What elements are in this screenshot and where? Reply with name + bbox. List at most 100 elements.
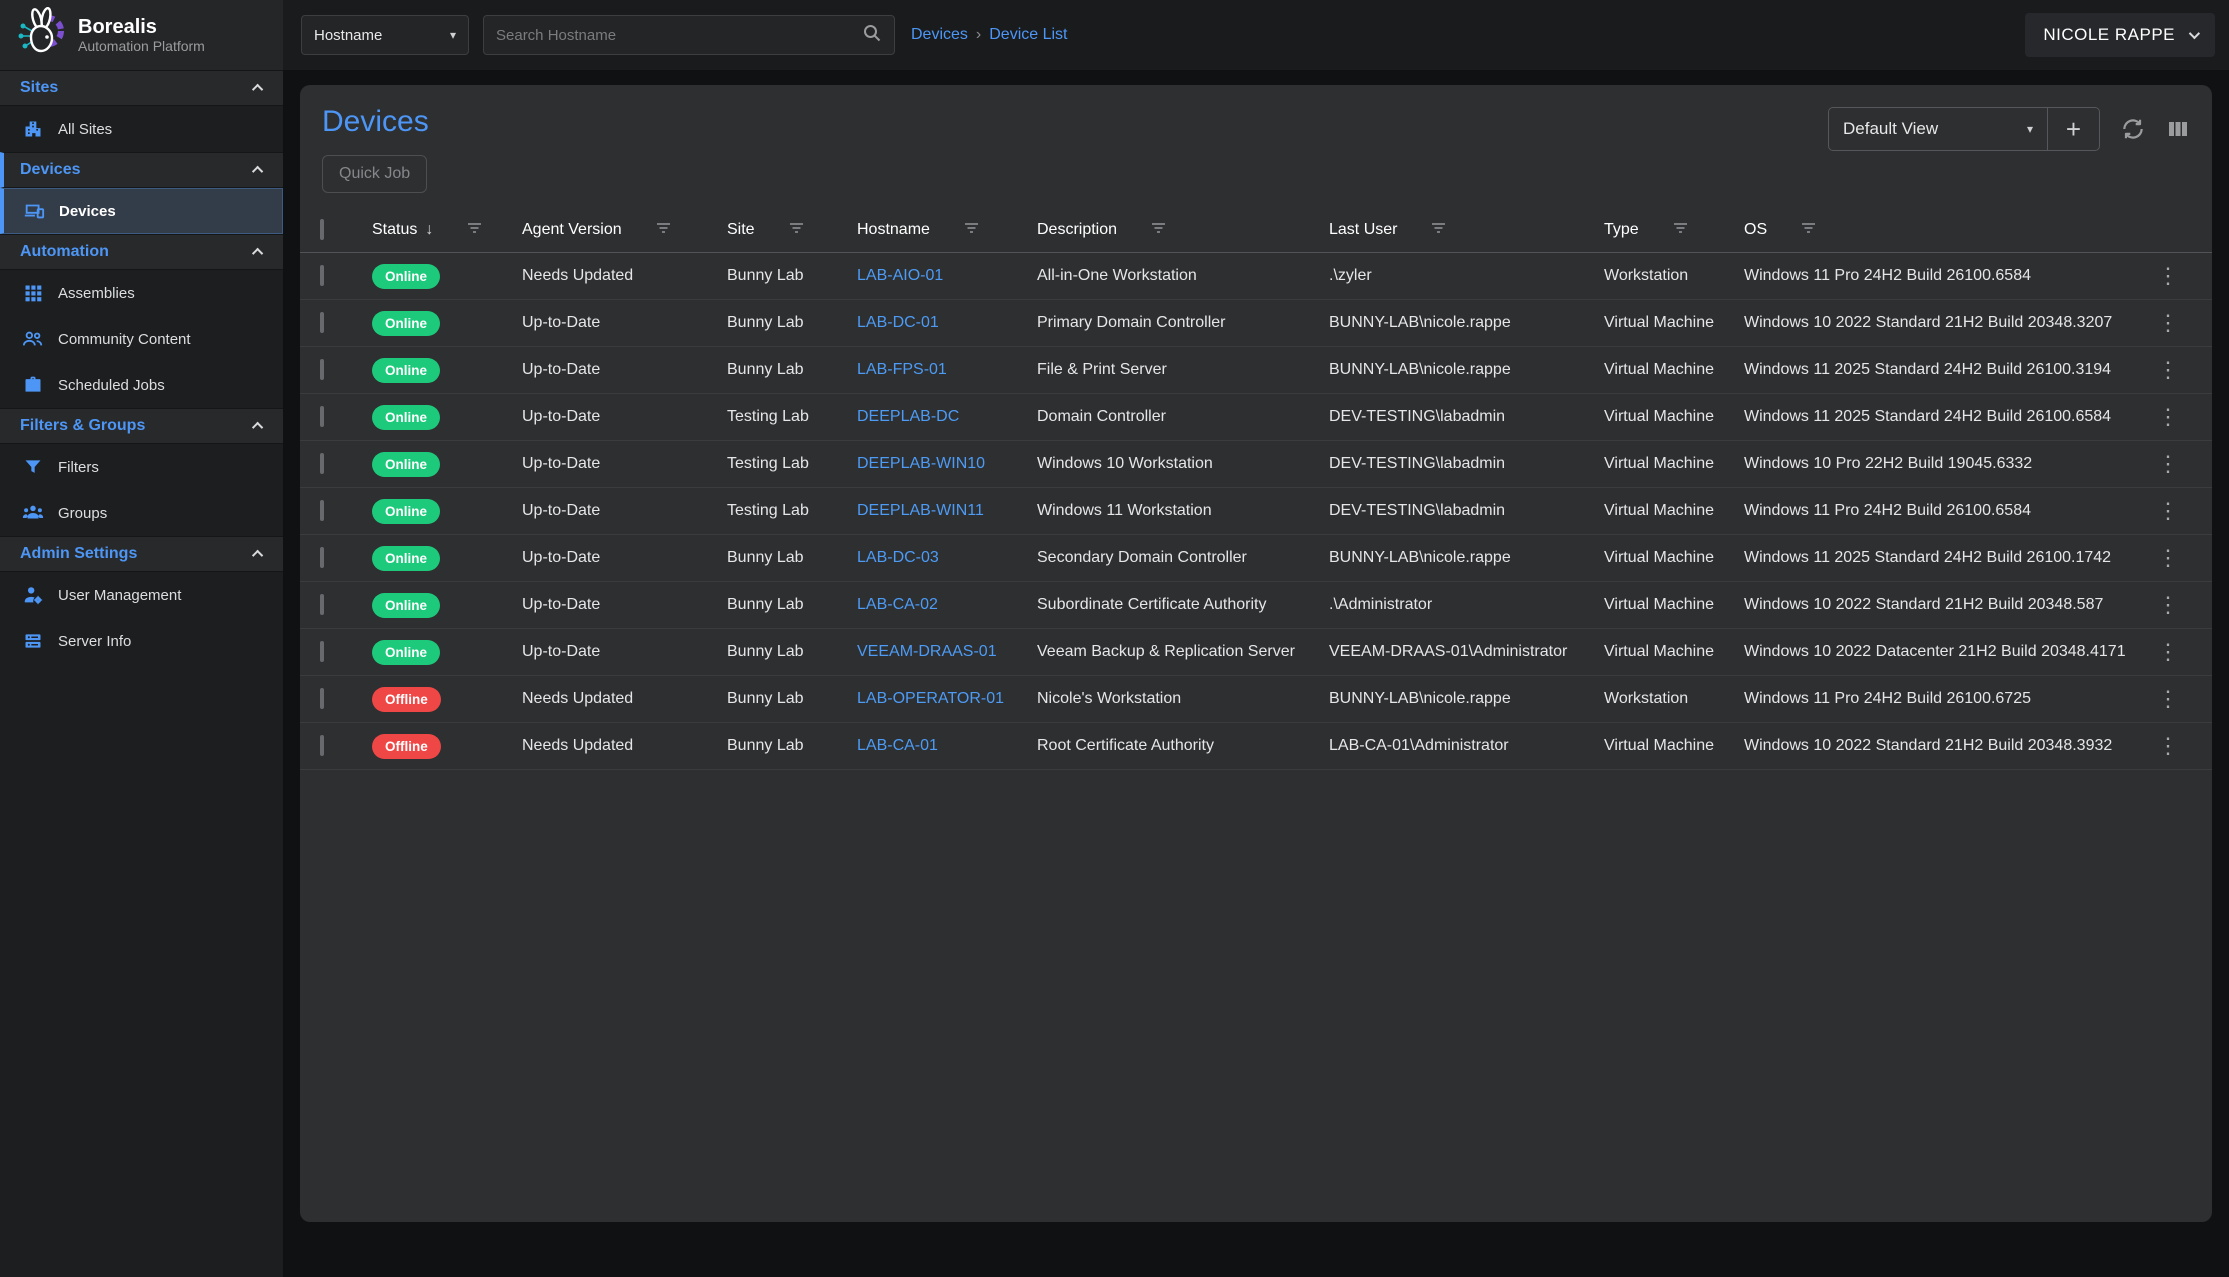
row-checkbox[interactable] (320, 359, 324, 380)
column-header-os[interactable]: OS (1744, 221, 2144, 239)
sidebar-item-filters[interactable]: Filters (0, 444, 283, 490)
table-row[interactable]: OnlineUp-to-DateBunny LabLAB-CA-02Subord… (300, 582, 2212, 629)
row-checkbox[interactable] (320, 688, 324, 709)
hostname-link[interactable]: VEEAM-DRAAS-01 (857, 643, 997, 660)
sidebar-section-devices[interactable]: Devices (0, 152, 283, 188)
column-filter-icon[interactable] (467, 221, 482, 239)
search-input[interactable] (496, 27, 862, 44)
row-checkbox[interactable] (320, 735, 324, 756)
column-header-type[interactable]: Type (1604, 221, 1744, 239)
hostname-cell: LAB-AIO-01 (857, 267, 1037, 285)
sidebar-item-devices[interactable]: Devices (0, 188, 283, 234)
search-field-dropdown[interactable]: Hostname ▾ (301, 15, 469, 55)
column-header-last-user[interactable]: Last User (1329, 221, 1604, 239)
row-checkbox[interactable] (320, 500, 324, 521)
table-row[interactable]: OnlineUp-to-DateBunny LabLAB-DC-01Primar… (300, 300, 2212, 347)
view-selector-dropdown[interactable]: Default View ▾ (1829, 108, 2047, 150)
hostname-link[interactable]: DEEPLAB-DC (857, 408, 959, 425)
site-cell: Bunny Lab (727, 596, 857, 614)
row-actions-menu-icon[interactable]: ⋮ (2144, 500, 2192, 522)
hostname-link[interactable]: LAB-CA-02 (857, 596, 938, 613)
hostname-link[interactable]: LAB-DC-03 (857, 549, 939, 566)
column-filter-icon[interactable] (1151, 221, 1166, 239)
table-row[interactable]: OfflineNeeds UpdatedBunny LabLAB-OPERATO… (300, 676, 2212, 723)
breadcrumb-device-list[interactable]: Device List (989, 26, 1067, 44)
sort-desc-icon[interactable]: ↓ (425, 221, 433, 239)
table-row[interactable]: OnlineUp-to-DateTesting LabDEEPLAB-WIN10… (300, 441, 2212, 488)
sidebar-item-server-info[interactable]: Server Info (0, 618, 283, 664)
last-user-cell: .\Administrator (1329, 596, 1604, 614)
table-row[interactable]: OnlineUp-to-DateBunny LabLAB-FPS-01File … (300, 347, 2212, 394)
column-header-agent-version[interactable]: Agent Version (522, 221, 727, 239)
status-badge: Online (372, 593, 440, 618)
last-user-cell: DEV-TESTING\labadmin (1329, 502, 1604, 520)
hostname-link[interactable]: LAB-CA-01 (857, 737, 938, 754)
sidebar-item-community-content[interactable]: Community Content (0, 316, 283, 362)
row-checkbox[interactable] (320, 265, 324, 286)
table-row[interactable]: OfflineNeeds UpdatedBunny LabLAB-CA-01Ro… (300, 723, 2212, 770)
sidebar-item-scheduled-jobs[interactable]: Scheduled Jobs (0, 362, 283, 408)
quick-job-button[interactable]: Quick Job (322, 155, 427, 193)
table-row[interactable]: OnlineUp-to-DateTesting LabDEEPLAB-WIN11… (300, 488, 2212, 535)
sidebar-section-automation[interactable]: Automation (0, 234, 283, 270)
row-actions-menu-icon[interactable]: ⋮ (2144, 735, 2192, 757)
row-actions-menu-icon[interactable]: ⋮ (2144, 641, 2192, 663)
hostname-link[interactable]: LAB-AIO-01 (857, 267, 943, 284)
row-checkbox[interactable] (320, 641, 324, 662)
hostname-link[interactable]: DEEPLAB-WIN11 (857, 502, 984, 519)
column-header-description[interactable]: Description (1037, 221, 1329, 239)
row-checkbox[interactable] (320, 453, 324, 474)
sidebar-item-groups[interactable]: Groups (0, 490, 283, 536)
search-box[interactable] (483, 15, 895, 55)
select-all-checkbox[interactable] (320, 219, 324, 240)
column-filter-icon[interactable] (1431, 221, 1446, 239)
row-actions-menu-icon[interactable]: ⋮ (2144, 688, 2192, 710)
row-checkbox[interactable] (320, 406, 324, 427)
row-actions-menu-icon[interactable]: ⋮ (2144, 594, 2192, 616)
breadcrumb-devices[interactable]: Devices (911, 26, 968, 44)
row-checkbox[interactable] (320, 312, 324, 333)
column-filter-icon[interactable] (1673, 221, 1688, 239)
table-body: OnlineNeeds UpdatedBunny LabLAB-AIO-01Al… (300, 253, 2212, 770)
sidebar-section-sites[interactable]: Sites (0, 70, 283, 106)
row-select-cell (320, 361, 372, 379)
row-actions-menu-icon[interactable]: ⋮ (2144, 406, 2192, 428)
hostname-link[interactable]: LAB-FPS-01 (857, 361, 947, 378)
row-actions-menu-icon[interactable]: ⋮ (2144, 453, 2192, 475)
hostname-link[interactable]: DEEPLAB-WIN10 (857, 455, 985, 472)
table-row[interactable]: OnlineUp-to-DateBunny LabLAB-DC-03Second… (300, 535, 2212, 582)
sidebar-section-admin-settings[interactable]: Admin Settings (0, 536, 283, 572)
column-filter-icon[interactable] (964, 221, 979, 239)
columns-button[interactable] (2166, 117, 2190, 141)
hostname-link[interactable]: LAB-DC-01 (857, 314, 939, 331)
site-cell: Bunny Lab (727, 643, 857, 661)
add-view-button[interactable]: + (2047, 108, 2099, 150)
row-actions-menu-icon[interactable]: ⋮ (2144, 547, 2192, 569)
sidebar-section-filters-groups[interactable]: Filters & Groups (0, 408, 283, 444)
hostname-link[interactable]: LAB-OPERATOR-01 (857, 690, 1004, 707)
user-menu-button[interactable]: NICOLE RAPPE (2025, 13, 2215, 57)
column-header-status[interactable]: Status↓ (372, 221, 522, 239)
column-filter-icon[interactable] (789, 221, 804, 239)
row-actions-menu-icon[interactable]: ⋮ (2144, 312, 2192, 334)
row-checkbox[interactable] (320, 547, 324, 568)
status-cell: Online (372, 358, 522, 383)
table-row[interactable]: OnlineUp-to-DateTesting LabDEEPLAB-DCDom… (300, 394, 2212, 441)
column-header-hostname[interactable]: Hostname (857, 221, 1037, 239)
sidebar-item-assemblies[interactable]: Assemblies (0, 270, 283, 316)
sidebar-item-user-management[interactable]: User Management (0, 572, 283, 618)
agent-version-cell: Needs Updated (522, 267, 727, 285)
row-actions-menu-icon[interactable]: ⋮ (2144, 359, 2192, 381)
column-header-site[interactable]: Site (727, 221, 857, 239)
column-filter-icon[interactable] (1801, 221, 1816, 239)
refresh-button[interactable] (2120, 116, 2146, 142)
column-filter-icon[interactable] (656, 221, 671, 239)
sidebar-item-all-sites[interactable]: All Sites (0, 106, 283, 152)
agent-version-cell: Up-to-Date (522, 596, 727, 614)
status-cell: Online (372, 452, 522, 477)
table-row[interactable]: OnlineUp-to-DateBunny LabVEEAM-DRAAS-01V… (300, 629, 2212, 676)
table-row[interactable]: OnlineNeeds UpdatedBunny LabLAB-AIO-01Al… (300, 253, 2212, 300)
row-checkbox[interactable] (320, 594, 324, 615)
row-actions-menu-icon[interactable]: ⋮ (2144, 265, 2192, 287)
breadcrumb-separator: › (976, 26, 981, 44)
